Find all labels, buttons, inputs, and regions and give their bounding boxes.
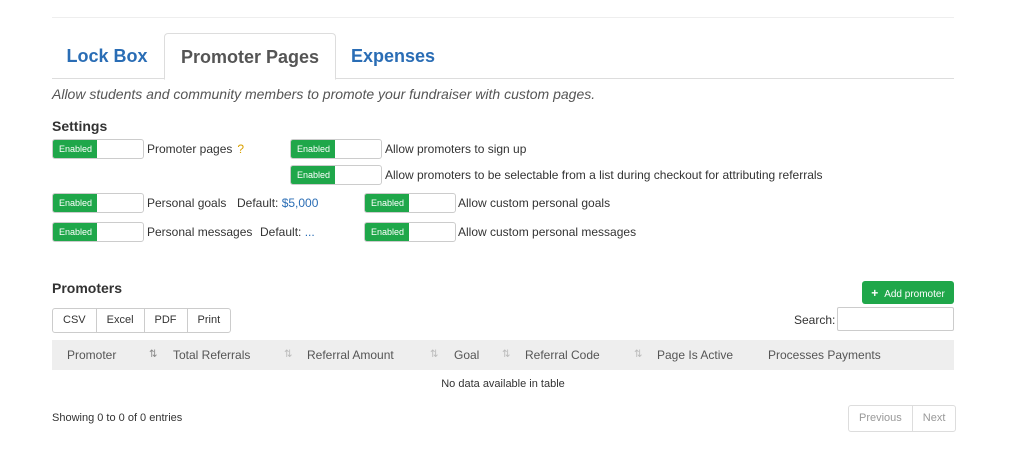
tab-lock-box[interactable]: Lock Box bbox=[52, 33, 162, 79]
toggle-enabled-label: Enabled bbox=[365, 223, 409, 241]
goal-default-label: Default: bbox=[237, 196, 279, 210]
add-promoter-label: Add promoter bbox=[884, 288, 945, 300]
toggle-enabled-label: Enabled bbox=[365, 194, 409, 212]
message-default-value[interactable]: ... bbox=[305, 225, 315, 239]
tab-bar: Lock Box Promoter Pages Expenses bbox=[52, 33, 954, 80]
allow-signup-label: Allow promoters to sign up bbox=[385, 142, 527, 156]
toggle-enabled-label: Enabled bbox=[53, 194, 97, 212]
tab-promoter-pages[interactable]: Promoter Pages bbox=[164, 33, 336, 80]
question-mark-icon[interactable]: ? bbox=[237, 142, 244, 156]
table-empty-row: No data available in table bbox=[441, 378, 565, 390]
allow-custom-messages-label: Allow custom personal messages bbox=[458, 225, 637, 239]
export-button-group: CSV Excel PDF Print bbox=[52, 308, 232, 333]
personal-goals-label: Personal goals bbox=[147, 196, 227, 210]
sort-icon[interactable]: ⇅ bbox=[634, 340, 642, 370]
column-referral-code[interactable]: Referral Code bbox=[525, 340, 600, 370]
search-label: Search: bbox=[794, 313, 836, 327]
promoters-heading: Promoters bbox=[52, 280, 123, 296]
print-button[interactable]: Print bbox=[186, 308, 232, 333]
toggle-enabled-label: Enabled bbox=[291, 166, 335, 184]
allow-custom-goals-toggle[interactable]: Enabled bbox=[364, 193, 456, 213]
sort-icon[interactable]: ⇅ bbox=[430, 340, 438, 370]
column-page-is-active[interactable]: Page Is Active bbox=[657, 340, 733, 370]
allow-selectable-toggle[interactable]: Enabled bbox=[290, 165, 382, 185]
allow-custom-goals-label: Allow custom personal goals bbox=[458, 196, 611, 210]
toggle-enabled-label: Enabled bbox=[53, 140, 97, 158]
sort-icon[interactable]: ⇅ bbox=[284, 340, 292, 370]
personal-goals-toggle[interactable]: Enabled bbox=[52, 193, 144, 213]
goal-default-value[interactable]: $5,000 bbox=[282, 196, 319, 210]
personal-messages-label: Personal messages bbox=[147, 225, 253, 239]
message-default: Default: ... bbox=[260, 222, 315, 242]
column-goal[interactable]: Goal bbox=[454, 340, 479, 370]
promoter-pages-toggle[interactable]: Enabled bbox=[52, 139, 144, 159]
settings-heading: Settings bbox=[52, 118, 108, 134]
message-default-label: Default: bbox=[260, 225, 302, 239]
add-promoter-button[interactable]: + Add promoter bbox=[862, 281, 954, 304]
plus-icon: + bbox=[871, 285, 879, 300]
sort-icon[interactable]: ⇅ bbox=[149, 340, 157, 370]
sort-icon[interactable]: ⇅ bbox=[502, 340, 510, 370]
intro-text: Allow students and community members to … bbox=[52, 86, 596, 102]
pdf-button[interactable]: PDF bbox=[143, 308, 188, 333]
column-promoter[interactable]: Promoter bbox=[67, 340, 116, 370]
table-info: Showing 0 to 0 of 0 entries bbox=[52, 412, 183, 424]
allow-signup-toggle[interactable]: Enabled bbox=[290, 139, 382, 159]
toggle-enabled-label: Enabled bbox=[291, 140, 335, 158]
table-header: Promoter ⇅ Total Referrals ⇅ Referral Am… bbox=[52, 340, 954, 370]
column-referral-amount[interactable]: Referral Amount bbox=[307, 340, 394, 370]
search-input[interactable] bbox=[837, 307, 954, 331]
top-divider bbox=[52, 17, 954, 18]
column-processes-payments[interactable]: Processes Payments bbox=[768, 340, 881, 370]
personal-messages-toggle[interactable]: Enabled bbox=[52, 222, 144, 242]
pagination: Previous Next bbox=[848, 405, 957, 432]
previous-page-button[interactable]: Previous bbox=[848, 405, 913, 432]
next-page-button[interactable]: Next bbox=[911, 405, 957, 432]
column-total-referrals[interactable]: Total Referrals bbox=[173, 340, 250, 370]
tab-expenses[interactable]: Expenses bbox=[338, 33, 448, 79]
csv-button[interactable]: CSV bbox=[52, 308, 97, 333]
toggle-enabled-label: Enabled bbox=[53, 223, 97, 241]
promoter-pages-label: Promoter pages? bbox=[147, 142, 245, 156]
allow-custom-messages-toggle[interactable]: Enabled bbox=[364, 222, 456, 242]
excel-button[interactable]: Excel bbox=[95, 308, 145, 333]
allow-selectable-label: Allow promoters to be selectable from a … bbox=[385, 168, 823, 182]
goal-default: Default: $5,000 bbox=[237, 193, 318, 213]
